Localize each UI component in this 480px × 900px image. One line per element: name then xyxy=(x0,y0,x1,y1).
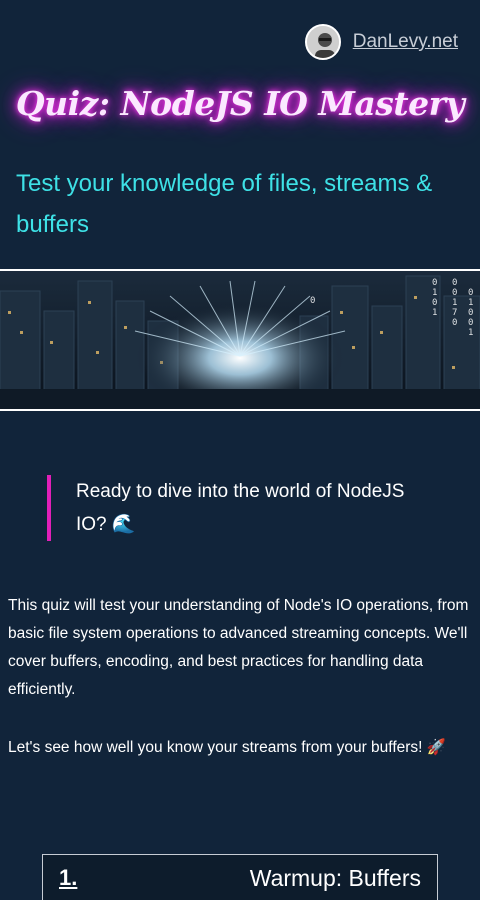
binary-digit: 0 xyxy=(468,288,473,298)
banner-image: 0 0 1 0 1 0 0 1 7 0 0 1 0 0 1 xyxy=(0,269,480,411)
binary-digit: 1 xyxy=(432,288,437,298)
intro-callout: Ready to dive into the world of NodeJS I… xyxy=(47,475,427,541)
binary-digit: 0 xyxy=(310,296,315,306)
avatar-icon[interactable] xyxy=(304,24,341,60)
binary-digit: 0 xyxy=(432,278,437,288)
question-number: 1. xyxy=(59,865,78,890)
intro-paragraph-1: This quiz will test your understanding o… xyxy=(8,597,469,698)
page-subtitle: Test your knowledge of files, streams & … xyxy=(16,170,433,238)
binary-digit: 0 xyxy=(452,288,457,298)
binary-digit: 1 xyxy=(468,328,473,338)
binary-digit: 0 xyxy=(468,318,473,328)
binary-digit: 1 xyxy=(452,298,457,308)
intro-paragraph-2: Let's see how well you know your streams… xyxy=(8,739,447,756)
binary-digit: 1 xyxy=(468,298,473,308)
page-title: Quiz: NodeJS IO Mastery xyxy=(15,84,465,123)
binary-digit: 0 xyxy=(432,298,437,308)
site-header: DanLevy.net xyxy=(304,24,458,60)
site-link[interactable]: DanLevy.net xyxy=(353,31,458,53)
question-card[interactable]: 1. Warmup: Buffers xyxy=(42,854,438,900)
binary-digit: 7 xyxy=(452,308,457,318)
binary-digit: 0 xyxy=(452,278,457,288)
question-title: Warmup: Buffers xyxy=(249,865,421,891)
binary-digit: 0 xyxy=(468,308,473,318)
binary-digit: 1 xyxy=(432,308,437,318)
binary-digit: 0 xyxy=(452,318,457,328)
